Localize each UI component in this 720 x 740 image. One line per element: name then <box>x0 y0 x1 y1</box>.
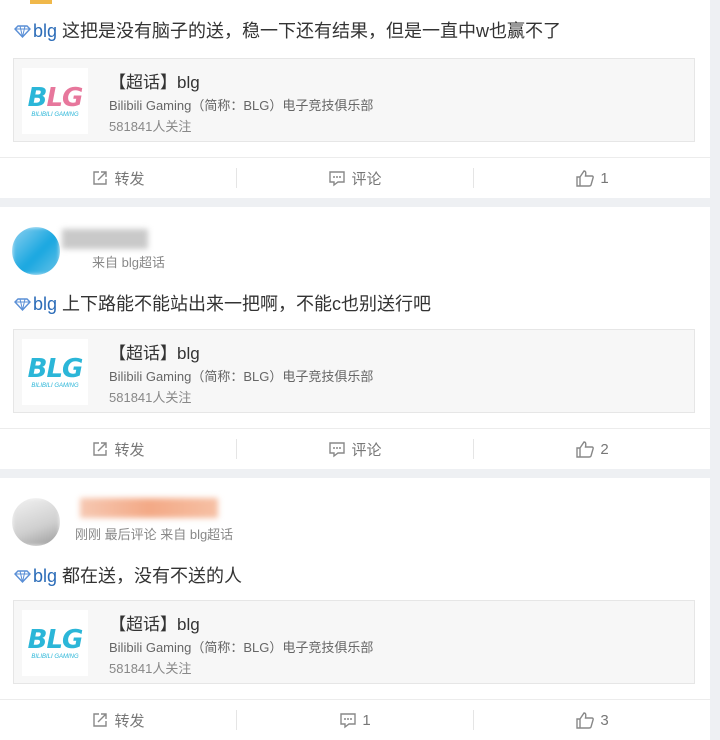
diamond-icon <box>14 567 31 588</box>
like-button[interactable]: 3 <box>474 700 710 740</box>
post-card: 刚刚 最后评论 来自 blg超话 blg 都在送，没有不送的人 BLG BILI… <box>0 478 710 740</box>
comment-icon <box>329 171 346 187</box>
topic-title: 【超话】blg <box>109 615 200 634</box>
post-content: blg 上下路能不能站出来一把啊，不能c也别送行吧 <box>14 290 431 316</box>
action-bar: 转发 评论 1 <box>0 157 710 198</box>
post-text: 这把是没有脑子的送，稳一下还有结果，但是一直中w也赢不了 <box>62 21 562 41</box>
thumbs-up-icon <box>576 441 595 458</box>
post-card: 来自 blg超话 blg 上下路能不能站出来一把啊，不能c也别送行吧 BLG B… <box>0 207 710 469</box>
topic-card[interactable]: BLG BILIBILI GAMING 【超话】blg Bilibili Gam… <box>13 329 695 413</box>
share-icon <box>93 171 108 185</box>
thumbs-up-icon <box>576 170 595 187</box>
topic-followers: 581841人关注 <box>109 661 192 676</box>
comment-button[interactable]: 评论 <box>237 158 473 198</box>
username[interactable] <box>62 229 148 249</box>
topic-title: 【超话】blg <box>109 73 200 92</box>
comment-button[interactable]: 评论 <box>237 429 473 469</box>
topic-followers: 581841人关注 <box>109 119 192 134</box>
repost-button[interactable]: 转发 <box>0 700 236 740</box>
diamond-icon <box>14 22 31 43</box>
like-button[interactable]: 1 <box>474 158 710 198</box>
comment-icon <box>340 713 357 729</box>
diamond-icon <box>14 295 31 316</box>
avatar[interactable] <box>12 227 60 275</box>
topic-followers: 581841人关注 <box>109 390 192 405</box>
post-content: blg 这把是没有脑子的送，稳一下还有结果，但是一直中w也赢不了 <box>14 17 561 43</box>
post-content: blg 都在送，没有不送的人 <box>14 562 242 588</box>
blg-logo: BLG BILIBILI GAMING <box>22 610 88 676</box>
post-meta: 来自 blg超话 <box>92 255 165 270</box>
avatar[interactable] <box>12 498 60 546</box>
post-meta: 刚刚 最后评论 来自 blg超话 <box>75 527 234 542</box>
share-icon <box>93 713 108 727</box>
username[interactable] <box>80 498 218 518</box>
topic-card[interactable]: BLG BILIBILI GAMING 【超话】blg Bilibili Gam… <box>13 600 695 684</box>
topic-description: Bilibili Gaming（简称：BLG）电子竞技俱乐部 <box>109 369 374 384</box>
topic-description: Bilibili Gaming（简称：BLG）电子竞技俱乐部 <box>109 640 374 655</box>
blg-logo: BLG BILIBILI GAMING <box>22 339 88 405</box>
action-bar: 转发 1 3 <box>0 699 710 740</box>
action-bar: 转发 评论 2 <box>0 428 710 469</box>
topic-tag-link[interactable]: blg <box>33 21 57 41</box>
post-card: blg 这把是没有脑子的送，稳一下还有结果，但是一直中w也赢不了 BLG BIL… <box>0 0 710 198</box>
avatar <box>30 0 52 4</box>
share-icon <box>93 442 108 456</box>
like-button[interactable]: 2 <box>474 429 710 469</box>
blg-logo: BLG BILIBILI GAMING <box>22 68 88 134</box>
comment-button[interactable]: 1 <box>237 700 473 740</box>
post-text: 上下路能不能站出来一把啊，不能c也别送行吧 <box>62 294 432 314</box>
repost-button[interactable]: 转发 <box>0 158 236 198</box>
topic-tag-link[interactable]: blg <box>33 294 57 314</box>
repost-button[interactable]: 转发 <box>0 429 236 469</box>
topic-card[interactable]: BLG BILIBILI GAMING 【超话】blg Bilibili Gam… <box>13 58 695 142</box>
topic-title: 【超话】blg <box>109 344 200 363</box>
post-text: 都在送，没有不送的人 <box>62 566 243 586</box>
comment-icon <box>329 442 346 458</box>
thumbs-up-icon <box>576 712 595 729</box>
topic-tag-link[interactable]: blg <box>33 566 57 586</box>
topic-description: Bilibili Gaming（简称：BLG）电子竞技俱乐部 <box>109 98 374 113</box>
